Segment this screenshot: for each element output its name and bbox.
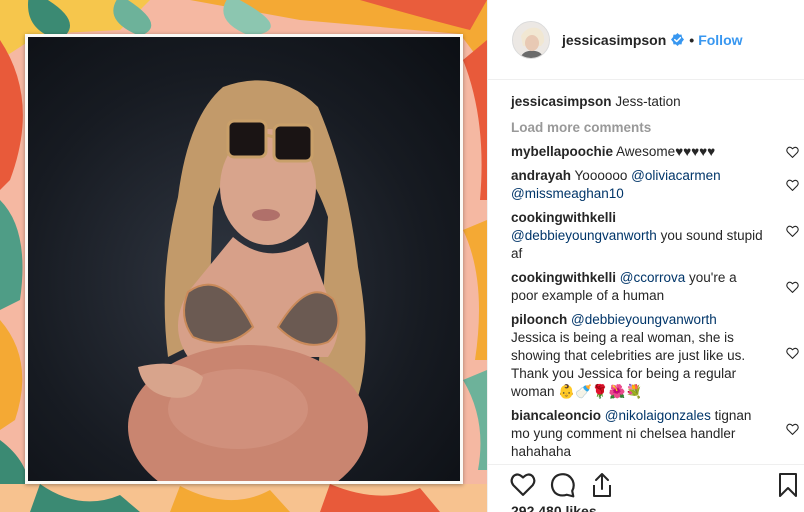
comments-list: jessicasimpson Jess-tation Load more com… xyxy=(511,93,801,467)
avatar-image xyxy=(513,21,549,58)
comment-like-heart-icon[interactable] xyxy=(786,423,799,435)
comment-username[interactable]: andrayah xyxy=(511,168,571,183)
caption-username[interactable]: jessicasimpson xyxy=(511,94,612,109)
comment-like-heart-icon[interactable] xyxy=(786,179,799,191)
comment-mention[interactable]: @nikolaigonzales xyxy=(605,408,711,423)
comment-item: biancaleoncio @nikolaigonzales tignan mo… xyxy=(511,407,801,461)
caption-text: Jess-tation xyxy=(615,94,681,109)
post-caption: jessicasimpson Jess-tation xyxy=(511,93,801,111)
post-header: jessicasimpson • Follow xyxy=(488,0,804,80)
comment-username[interactable]: cookingwithkelli xyxy=(511,210,616,225)
comment-item: piloonch @debbieyoungvanworth Jessica is… xyxy=(511,311,801,401)
comment-like-heart-icon[interactable] xyxy=(786,225,799,237)
comment-mention[interactable]: @debbieyoungvanworth xyxy=(511,228,657,243)
verified-badge-icon xyxy=(671,33,685,46)
comment-item: cookingwithkelli @ccorrova you're a poor… xyxy=(511,269,801,305)
comment-mention[interactable]: @ccorrova xyxy=(620,270,685,285)
comment-like-heart-icon[interactable] xyxy=(786,347,799,359)
post-sidebar: jessicasimpson • Follow jessicasimpson J… xyxy=(487,0,804,512)
separator-dot: • xyxy=(689,31,695,48)
post-photo[interactable] xyxy=(0,0,487,512)
comment-item: cookingwithkelli @debbieyoungvanworth yo… xyxy=(511,209,801,263)
comment-username[interactable]: cookingwithkelli xyxy=(511,270,616,285)
load-more-comments-button[interactable]: Load more comments xyxy=(511,120,801,135)
comment-username[interactable]: biancaleoncio xyxy=(511,408,601,423)
avatar[interactable] xyxy=(512,20,550,59)
likes-count[interactable]: 292,480 likes xyxy=(511,503,597,512)
comment-bubble-icon[interactable] xyxy=(550,472,576,498)
post-username[interactable]: jessicasimpson xyxy=(562,32,666,48)
comment-username[interactable]: piloonch xyxy=(511,312,567,327)
comment-item: andrayah Yoooooo @oliviacarmen @missmeag… xyxy=(511,167,801,203)
comment-mention[interactable]: @debbieyoungvanworth xyxy=(571,312,717,327)
comment-text: Awesome♥♥♥♥♥ xyxy=(616,144,716,159)
share-icon[interactable] xyxy=(590,472,614,498)
polaroid-frame xyxy=(25,34,463,484)
heart-icon[interactable] xyxy=(510,472,536,496)
follow-button[interactable]: Follow xyxy=(698,32,742,48)
comment-like-heart-icon[interactable] xyxy=(786,281,799,293)
comment-text: Yoooooo xyxy=(574,168,628,183)
comment-like-heart-icon[interactable] xyxy=(786,146,799,158)
bookmark-icon[interactable] xyxy=(778,472,798,498)
comment-username[interactable]: mybellapoochie xyxy=(511,144,613,159)
portrait-illustration xyxy=(128,80,368,481)
comment-text: Jessica is being a real woman, she is sh… xyxy=(511,330,746,399)
comment-item: mybellapoochie Awesome♥♥♥♥♥ xyxy=(511,143,801,161)
photo-subject xyxy=(28,37,460,481)
